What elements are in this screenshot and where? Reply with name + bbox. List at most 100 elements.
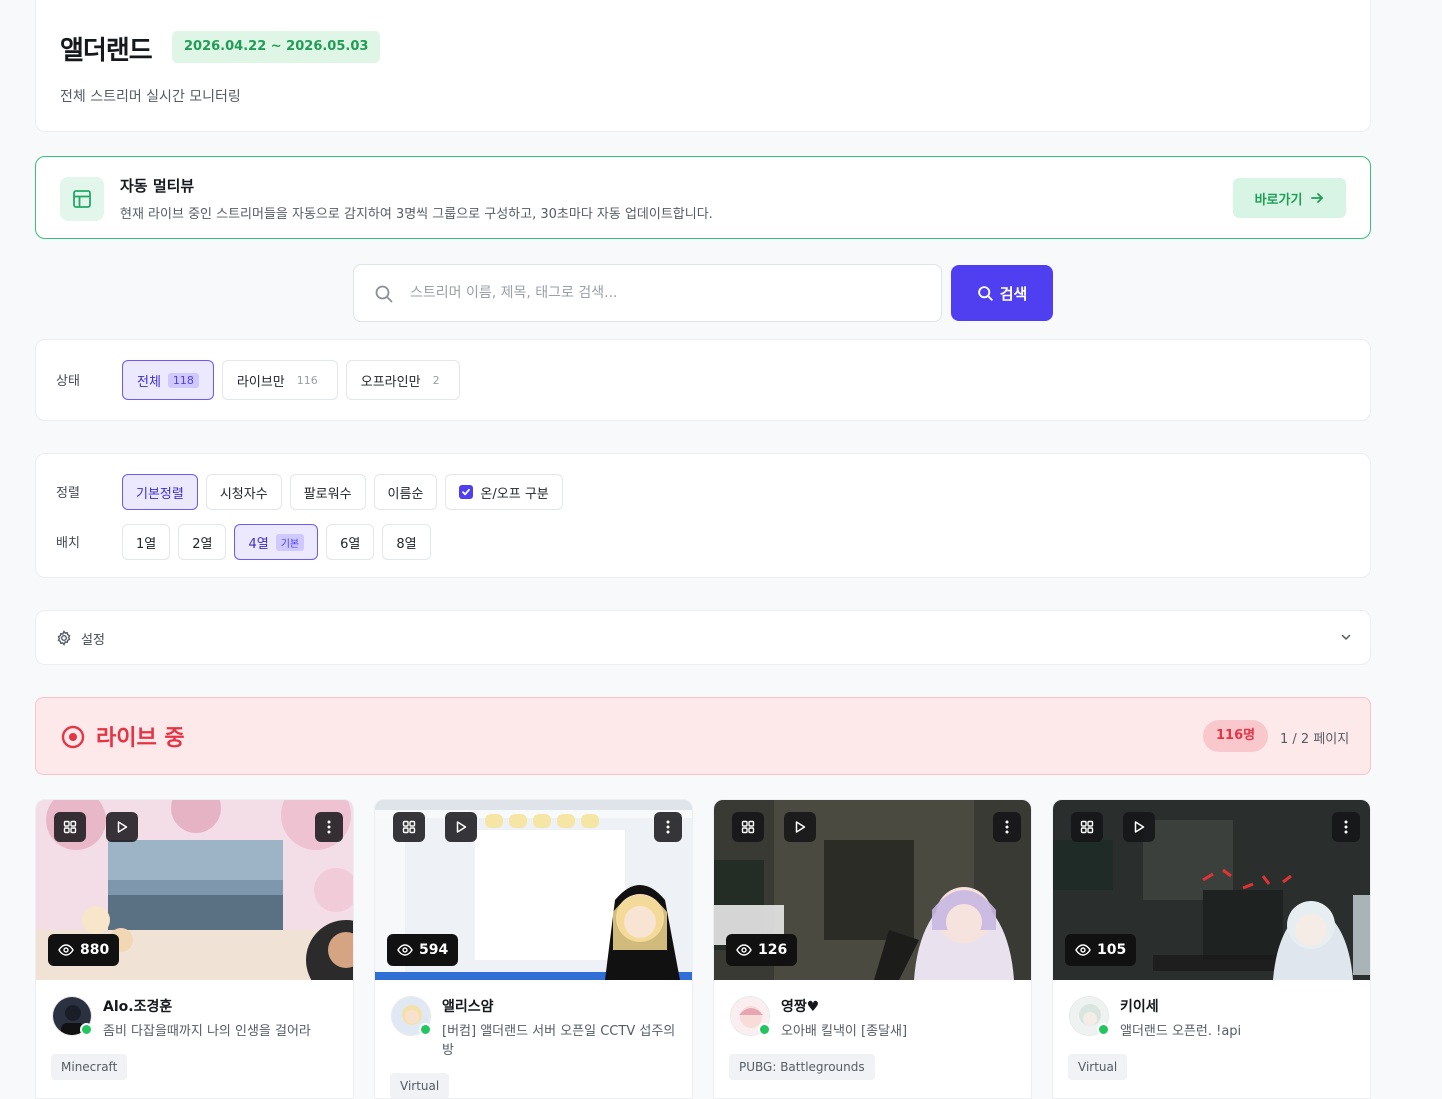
- layout-option-label: 2열: [192, 536, 213, 552]
- default-badge: 기본: [275, 533, 305, 551]
- event-header: 앨더랜드 2026.04.22 ~ 2026.05.03 전체 스트리머 실시간…: [35, 0, 1371, 132]
- page-title: 앨더랜드: [60, 36, 153, 66]
- more-options-button[interactable]: [654, 812, 682, 842]
- gear-icon: [57, 630, 71, 646]
- more-options-button[interactable]: [1332, 812, 1360, 842]
- search-button[interactable]: 검색: [951, 265, 1053, 321]
- layout-option-1[interactable]: 1열: [122, 524, 171, 560]
- viewer-count: 594: [419, 942, 449, 958]
- streamer-name[interactable]: 앨리스얌: [442, 996, 494, 1016]
- status-option-live[interactable]: 라이브만 116: [221, 360, 338, 400]
- viewer-count-badge: 880: [48, 934, 120, 966]
- streamer-name[interactable]: 영짱♥: [781, 996, 819, 1016]
- play-button[interactable]: [1123, 812, 1155, 842]
- sort-option-followers[interactable]: 팔로워수: [289, 474, 366, 510]
- stream-thumbnail[interactable]: 880: [36, 800, 353, 980]
- eye-icon: [397, 944, 413, 956]
- online-indicator: [1097, 1023, 1110, 1036]
- sort-option-viewers[interactable]: 시청자수: [205, 474, 282, 510]
- stream-title: [버컴] 앨더랜드 서버 오픈일 CCTV 섭주의 방: [442, 1024, 676, 1058]
- stream-title: 앨더랜드 오픈런. !api: [1120, 1024, 1242, 1039]
- viewer-count-badge: 594: [387, 934, 459, 966]
- layout-option-label: 8열: [396, 536, 417, 552]
- stream-title: 오아배 킬낵이 [종달새]: [781, 1024, 908, 1039]
- layout-option-label: 4열: [248, 536, 269, 552]
- layout-option-6[interactable]: 6열: [326, 524, 375, 560]
- stream-thumbnail[interactable]: 594: [375, 800, 692, 980]
- play-button[interactable]: [106, 812, 138, 842]
- multiview-description: 현재 라이브 중인 스트리머들을 자동으로 감지하여 3명씩 그룹으로 구성하고…: [120, 207, 713, 222]
- status-option-label: 라이브만: [236, 374, 285, 390]
- multiview-add-button[interactable]: [393, 812, 425, 842]
- viewer-count: 105: [1097, 942, 1127, 958]
- sort-layout-panel: 정렬 기본정렬 시청자수 팔로워수 이름순 온/오프 구분 배치 1열 2열 4…: [35, 453, 1371, 578]
- grid-icon: [1080, 820, 1094, 834]
- viewer-count-badge: 126: [726, 934, 798, 966]
- more-options-button[interactable]: [315, 812, 343, 842]
- online-indicator: [419, 1023, 432, 1036]
- online-indicator: [758, 1023, 771, 1036]
- grid-icon: [63, 820, 77, 834]
- category-tag[interactable]: Minecraft: [51, 1054, 128, 1080]
- multiview-go-label: 바로가기: [1254, 192, 1303, 208]
- status-option-offline[interactable]: 오프라인만 2: [345, 360, 460, 400]
- play-button[interactable]: [784, 812, 816, 842]
- date-range-badge: 2026.04.22 ~ 2026.05.03: [172, 31, 381, 63]
- sort-option-label: 기본정렬: [136, 486, 184, 502]
- status-filter-label: 상태: [56, 374, 80, 389]
- stream-thumbnail[interactable]: 126: [714, 800, 1031, 980]
- stream-card[interactable]: 594 앨리스얌 [버컴] 앨더랜드 서버 오픈일 CCTV 섭주의 방 Vir…: [374, 799, 693, 1099]
- more-vertical-icon: [1005, 820, 1009, 834]
- more-vertical-icon: [327, 820, 331, 834]
- status-option-count: 118: [167, 372, 199, 388]
- streamer-name[interactable]: 키이세: [1120, 996, 1159, 1016]
- layout-option-label: 1열: [136, 536, 157, 552]
- layout-option-4[interactable]: 4열 기본: [234, 524, 319, 560]
- layout-option-label: 6열: [340, 536, 361, 552]
- multiview-add-button[interactable]: [1071, 812, 1103, 842]
- stream-title: 좀비 다잡을때까지 나의 인생을 걸어라: [103, 1024, 311, 1039]
- grid-icon: [402, 820, 416, 834]
- play-button[interactable]: [445, 812, 477, 842]
- settings-accordion[interactable]: 설정: [35, 610, 1371, 665]
- viewer-count: 126: [758, 942, 788, 958]
- play-icon: [117, 821, 128, 833]
- more-vertical-icon: [666, 820, 670, 834]
- eye-icon: [736, 944, 752, 956]
- layout-icon: [60, 177, 104, 221]
- live-section-title: 라이브 중: [96, 726, 185, 751]
- stream-card[interactable]: 105 키이세 앨더랜드 오픈런. !api Virtual: [1052, 799, 1371, 1099]
- sort-option-name[interactable]: 이름순: [373, 474, 438, 510]
- more-options-button[interactable]: [993, 812, 1021, 842]
- category-tag[interactable]: Virtual: [1068, 1054, 1128, 1080]
- layout-option-2[interactable]: 2열: [178, 524, 227, 560]
- sort-option-label: 팔로워수: [303, 486, 352, 502]
- search-button-label: 검색: [999, 284, 1028, 303]
- sort-label: 정렬: [56, 486, 80, 501]
- stream-thumbnail[interactable]: 105: [1053, 800, 1370, 980]
- layout-option-8[interactable]: 8열: [382, 524, 431, 560]
- status-option-all[interactable]: 전체 118: [122, 360, 214, 400]
- sort-option-label: 이름순: [387, 486, 424, 502]
- play-icon: [1134, 821, 1145, 833]
- live-section-header: 라이브 중 116명 1 / 2 페이지: [35, 697, 1371, 775]
- search-icon: [375, 285, 393, 303]
- stream-card[interactable]: 126 영짱♥ 오아배 킬낵이 [종달새] PUBG: Battleground…: [713, 799, 1032, 1099]
- eye-icon: [58, 944, 74, 956]
- stream-card[interactable]: 880 Alo.조경훈 좀비 다잡을때까지 나의 인생을 걸어라 Minecra…: [35, 799, 354, 1099]
- status-option-label: 전체: [137, 374, 161, 390]
- category-tag[interactable]: PUBG: Battlegrounds: [729, 1054, 875, 1080]
- category-tag[interactable]: Virtual: [390, 1073, 450, 1098]
- status-filter-panel: 상태 전체 118 라이브만 116 오프라인만 2: [35, 339, 1371, 421]
- search-input[interactable]: [410, 265, 920, 321]
- sort-option-default[interactable]: 기본정렬: [122, 474, 198, 510]
- streamer-name[interactable]: Alo.조경훈: [103, 996, 172, 1016]
- multiview-go-button[interactable]: 바로가기: [1233, 178, 1346, 218]
- sort-option-label: 시청자수: [219, 486, 268, 502]
- multiview-add-button[interactable]: [732, 812, 764, 842]
- eye-icon: [1075, 944, 1091, 956]
- more-vertical-icon: [1344, 820, 1348, 834]
- onoff-toggle[interactable]: 온/오프 구분: [445, 474, 563, 510]
- multiview-add-button[interactable]: [54, 812, 86, 842]
- search-box: [353, 264, 942, 322]
